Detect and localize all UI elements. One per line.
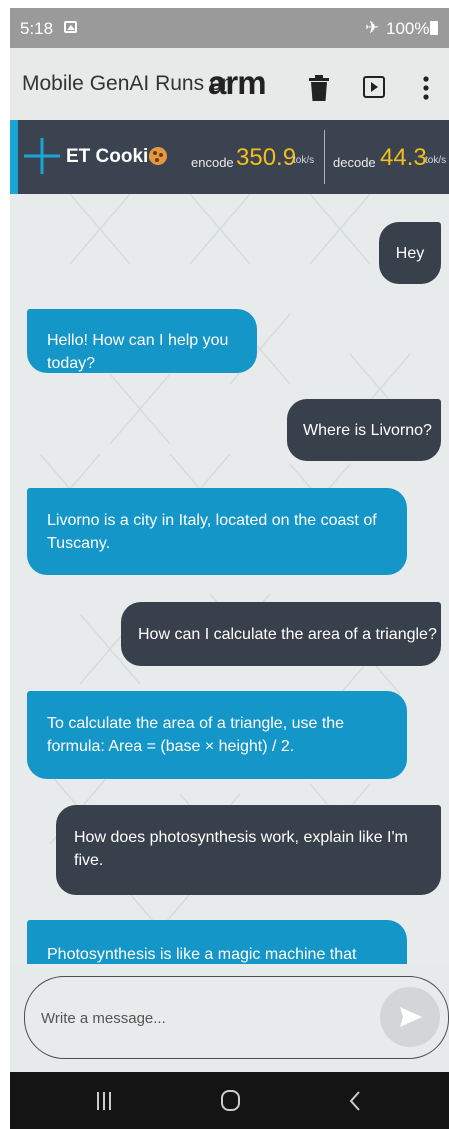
message-assistant: Photosynthesis is like a magic machine t… (27, 920, 407, 964)
model-name: ET Cookie (66, 146, 159, 167)
message-text-line-1: To calculate the area of a triangle, use… (47, 715, 345, 732)
decode-value: 44.3 (380, 144, 427, 171)
message-text-line-1: How does photosynthesis work, explain li… (74, 829, 408, 846)
status-time: 5:18 (20, 19, 54, 38)
message-text: How can I calculate the area of a triang… (138, 626, 437, 643)
message-text-line-2: Tuscany. (47, 535, 111, 552)
model-banner: ET Cookie encode 350.9 tok/s decode 44.3… (10, 120, 449, 194)
trash-icon[interactable] (309, 75, 329, 101)
message-text: Where is Livorno? (303, 422, 432, 439)
message-user: How can I calculate the area of a triang… (121, 602, 441, 666)
message-text: Photosynthesis is like a magic machine t… (47, 946, 357, 963)
chat-area[interactable]: Hey Hello! How can I help you today? Whe… (10, 194, 449, 964)
arm-logo: arm (208, 64, 267, 101)
message-assistant: To calculate the area of a triangle, use… (27, 691, 407, 779)
decode-label: decode (333, 155, 376, 170)
message-assistant: Livorno is a city in Italy, located on t… (27, 488, 407, 575)
plus-logo-icon (24, 138, 60, 174)
message-text: Hello! How can I help you today? (47, 332, 229, 372)
play-icon[interactable] (363, 76, 385, 98)
battery-icon (430, 21, 438, 35)
airplane-icon: ✈ (365, 18, 380, 37)
battery-percentage: 100% (386, 19, 430, 38)
status-bar: 5:18 ✈ 100% (10, 8, 449, 48)
encode-unit: tok/s (293, 155, 315, 166)
message-assistant: Hello! How can I help you today? (27, 309, 257, 373)
back-icon[interactable] (347, 1090, 363, 1112)
message-text-line-2: five. (74, 852, 104, 869)
message-text: Hey (395, 245, 425, 262)
send-icon (400, 1007, 422, 1027)
encode-label: encode (191, 155, 234, 170)
more-vertical-icon[interactable] (420, 75, 432, 101)
message-text-line-2: formula: Area = (base × height) / 2. (47, 738, 295, 755)
navigation-bar (10, 1072, 449, 1129)
message-composer (24, 976, 449, 1059)
message-text-line-1: Livorno is a city in Italy, located on t… (47, 512, 377, 529)
message-user: Hey (379, 222, 441, 284)
recent-apps-icon[interactable] (94, 1091, 114, 1111)
stats-divider (324, 130, 325, 184)
message-input[interactable] (39, 1005, 343, 1031)
decode-unit: tok/s (425, 155, 447, 166)
home-icon[interactable] (220, 1090, 242, 1112)
send-button[interactable] (380, 987, 440, 1047)
message-user: Where is Livorno? (287, 399, 441, 461)
app-title: Mobile GenAI Runs on (22, 72, 234, 95)
cookie-icon (149, 147, 167, 165)
app-bar: Mobile GenAI Runs on arm (10, 48, 449, 120)
image-icon (64, 21, 77, 33)
phone-screen: 5:18 ✈ 100% Mobile GenAI Runs on arm ET (10, 8, 449, 1129)
encode-value: 350.9 (236, 144, 297, 171)
message-user: How does photosynthesis work, explain li… (56, 805, 441, 895)
